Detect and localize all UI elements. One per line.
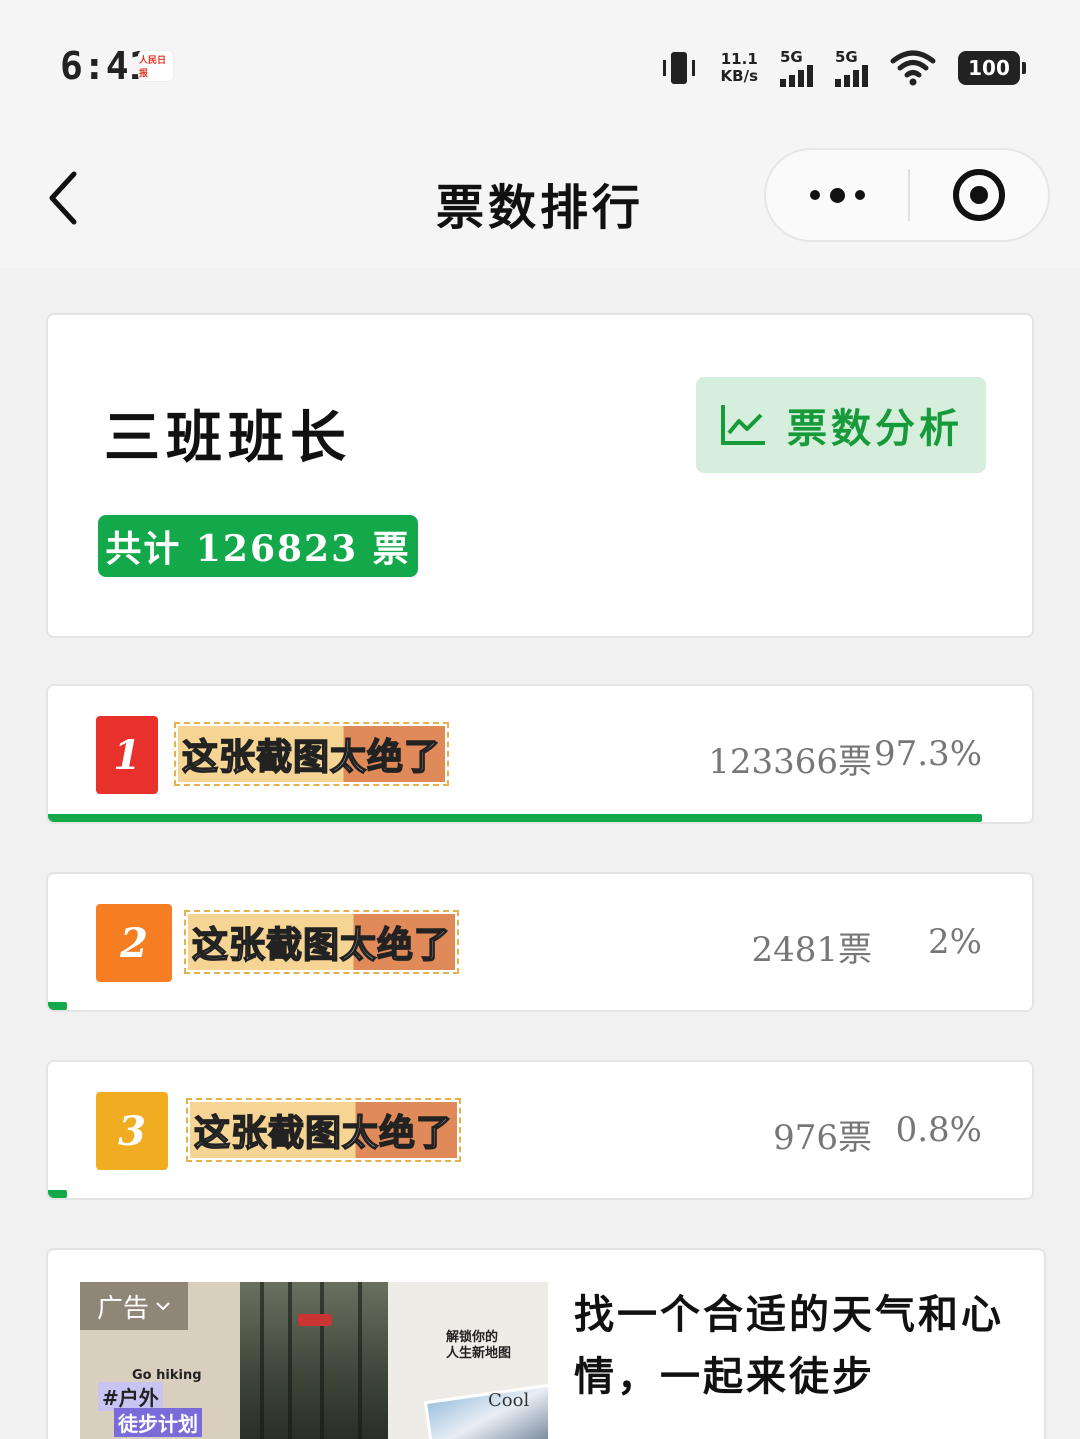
ad-image-tag: #户外: [98, 1382, 163, 1411]
vote-progress-bar: [48, 814, 1008, 822]
ad-label-button[interactable]: 广告: [80, 1282, 188, 1330]
rank-name: 这张截图太绝了: [185, 1098, 462, 1162]
ad-image-mountain-photo: [423, 1383, 548, 1439]
battery-icon: 100: [958, 51, 1026, 85]
rank-votes: 976票: [773, 1118, 872, 1158]
miniprogram-capsule: [764, 148, 1050, 242]
status-icons: 11.1 KB/s 5G 5G 100: [659, 46, 1026, 90]
vote-analysis-label: 票数分析: [787, 405, 963, 452]
signal-1-label: 5G: [780, 48, 803, 66]
vote-progress-bar: [48, 1002, 1008, 1010]
ad-image-panel-map: 解锁你的 人生新地图 Cool: [388, 1282, 548, 1439]
more-button[interactable]: [766, 150, 908, 240]
rank-badge: 1: [96, 716, 158, 794]
signal-2-label: 5G: [835, 48, 858, 66]
ad-card[interactable]: Go hiking #户外 徒步计划 解锁你的 人生新地图 Cool 广告 找一…: [46, 1248, 1046, 1439]
ad-label-text: 广告: [96, 1293, 149, 1324]
network-speed-value: 11.1: [720, 50, 758, 68]
app-notification-icon: 人民日报: [138, 50, 174, 82]
chevron-down-icon: [156, 1302, 170, 1311]
ad-image-red-label: [298, 1314, 332, 1326]
vote-analysis-button[interactable]: 票数分析: [696, 377, 986, 473]
network-speed: 11.1 KB/s: [721, 51, 758, 85]
vote-progress-bar: [48, 1190, 1008, 1198]
ad-headline: 找一个合适的天气和心情，一起来徒步: [574, 1291, 1004, 1400]
rank-percent: 97.3%: [873, 734, 982, 774]
ad-image-panel-forest: [240, 1282, 388, 1439]
summary-card: 三班班长 票数分析 共计 126823 票: [46, 313, 1034, 638]
status-bar: 6:41 人民日报 11.1 KB/s 5G 5G 100: [0, 0, 1080, 130]
rank-row-1[interactable]: 1 这张截图太绝了 123366票 97.3%: [46, 684, 1034, 824]
total-votes-badge: 共计 126823 票: [98, 515, 418, 577]
rank-name: 这张截图太绝了: [183, 910, 460, 974]
ad-image-plan: 徒步计划: [114, 1408, 202, 1437]
signal-icon-2: 5G: [835, 49, 868, 87]
rank-badge: 2: [96, 904, 172, 982]
candidate-title: 三班班长: [104, 405, 352, 471]
ad-image-go-hiking: Go hiking: [132, 1368, 202, 1383]
ad-image-unlock-text: 解锁你的 人生新地图: [446, 1330, 512, 1361]
rank-row-3[interactable]: 3 这张截图太绝了 976票 0.8%: [46, 1060, 1034, 1200]
vote-progress-fill: [48, 814, 983, 822]
vibrate-icon: [659, 48, 699, 88]
close-miniprogram-button[interactable]: [910, 150, 1048, 240]
vote-progress-fill: [48, 1002, 68, 1010]
rank-badge: 3: [96, 1092, 168, 1170]
vote-progress-fill: [48, 1190, 68, 1198]
wifi-icon: [890, 50, 936, 86]
signal-icon-1: 5G: [780, 49, 813, 87]
nav-bar: 票数排行: [0, 130, 1080, 268]
ad-image-cool: Cool: [488, 1390, 530, 1411]
rank-name: 这张截图太绝了: [173, 722, 450, 786]
target-icon: [953, 169, 1005, 221]
chart-line-icon: [721, 405, 765, 445]
rank-votes: 123366票: [708, 742, 872, 782]
rank-votes: 2481票: [751, 930, 872, 970]
rank-row-2[interactable]: 2 这张截图太绝了 2481票 2%: [46, 872, 1034, 1012]
network-speed-unit: KB/s: [720, 67, 758, 85]
rank-percent: 0.8%: [895, 1110, 982, 1150]
ad-image[interactable]: Go hiking #户外 徒步计划 解锁你的 人生新地图 Cool 广告: [80, 1282, 548, 1439]
more-dots-icon: [809, 190, 820, 200]
rank-percent: 2%: [928, 922, 982, 962]
